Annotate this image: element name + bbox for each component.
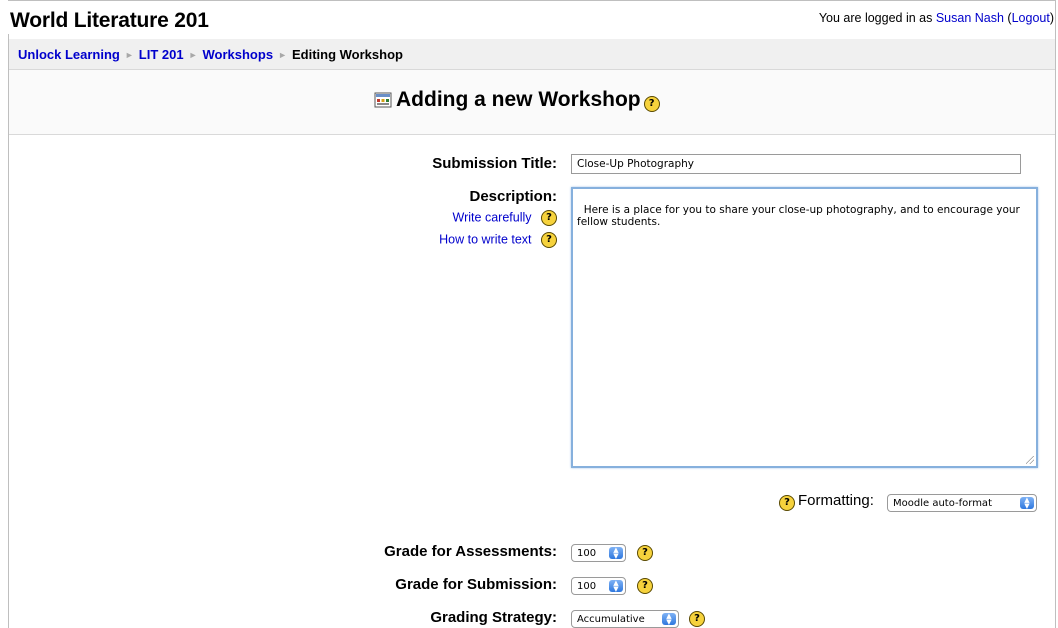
breadcrumb-link-site[interactable]: Unlock Learning — [18, 47, 120, 62]
breadcrumb-link-course[interactable]: LIT 201 — [139, 47, 184, 62]
grading-strategy-value: Accumulative — [577, 613, 645, 625]
resize-grip-icon[interactable] — [1026, 456, 1034, 464]
breadcrumb-separator-icon: ► — [188, 50, 198, 60]
logout-link[interactable]: Logout — [1012, 11, 1050, 25]
select-arrows-icon: ▲ ▼ — [1020, 497, 1034, 510]
page-heading: Adding a new Workshop ? — [374, 88, 660, 112]
breadcrumb-current: Editing Workshop — [291, 47, 403, 62]
breadcrumb: Unlock Learning ► LIT 201 ► Workshops ► Editin… — [18, 47, 403, 62]
login-info: You are logged in as Susan Nash (Logout) — [818, 11, 1054, 25]
grading-strategy-select[interactable]: Accumulative ▲ ▼ — [571, 610, 679, 628]
description-text: Here is a place for you to share your cl… — [577, 204, 1024, 228]
help-icon[interactable]: ? — [637, 545, 653, 561]
formatting-label: Formatting: — [798, 492, 874, 509]
grade-assessments-select[interactable]: 100 ▲ ▼ — [571, 544, 626, 562]
grade-submission-value: 100 — [577, 580, 597, 592]
help-icon[interactable]: ? — [689, 611, 705, 627]
page-top-border — [8, 0, 1056, 1]
submission-title-label: Submission Title: — [432, 155, 557, 172]
workshop-module-icon — [374, 92, 392, 108]
navigation-bar: Unlock Learning ► LIT 201 ► Workshops ► Editin… — [9, 39, 1055, 70]
formatting-select[interactable]: Moodle auto-format ▲ ▼ — [887, 494, 1037, 512]
breadcrumb-separator-icon: ► — [278, 50, 287, 60]
page-right-border — [1055, 0, 1056, 628]
description-textarea[interactable]: Here is a place for you to share your cl… — [571, 187, 1038, 468]
login-prefix: You are logged in as — [818, 11, 936, 25]
breadcrumb-link-workshops[interactable]: Workshops — [203, 47, 274, 62]
help-icon[interactable]: ? — [541, 232, 557, 248]
breadcrumb-separator-icon: ► — [124, 50, 134, 60]
submission-title-input[interactable] — [571, 154, 1021, 174]
formatting-select-value: Moodle auto-format — [893, 497, 992, 509]
write-carefully-row: Write carefully ? — [400, 210, 557, 226]
grade-assessments-value: 100 — [577, 547, 597, 559]
help-icon[interactable]: ? — [779, 495, 795, 511]
grade-assessments-label: Grade for Assessments: — [384, 543, 557, 560]
select-arrows-icon: ▲ ▼ — [609, 547, 623, 560]
how-to-write-row: How to write text ? — [380, 232, 557, 248]
write-carefully-link[interactable]: Write carefully — [453, 210, 532, 224]
grade-submission-label: Grade for Submission: — [395, 576, 557, 593]
page-heading-text: Adding a new Workshop — [396, 88, 641, 111]
help-icon[interactable]: ? — [643, 96, 660, 112]
grading-strategy-label: Grading Strategy: — [430, 609, 557, 626]
select-arrows-icon: ▲ ▼ — [609, 580, 623, 593]
help-icon[interactable]: ? — [541, 210, 557, 226]
user-profile-link[interactable]: Susan Nash — [936, 11, 1004, 25]
how-to-write-link[interactable]: How to write text — [439, 232, 531, 246]
grade-submission-select[interactable]: 100 ▲ ▼ — [571, 577, 626, 595]
description-label: Description: — [469, 188, 557, 205]
select-arrows-icon: ▲ ▼ — [662, 613, 676, 626]
help-icon[interactable]: ? — [637, 578, 653, 594]
course-title: World Literature 201 — [10, 9, 209, 32]
